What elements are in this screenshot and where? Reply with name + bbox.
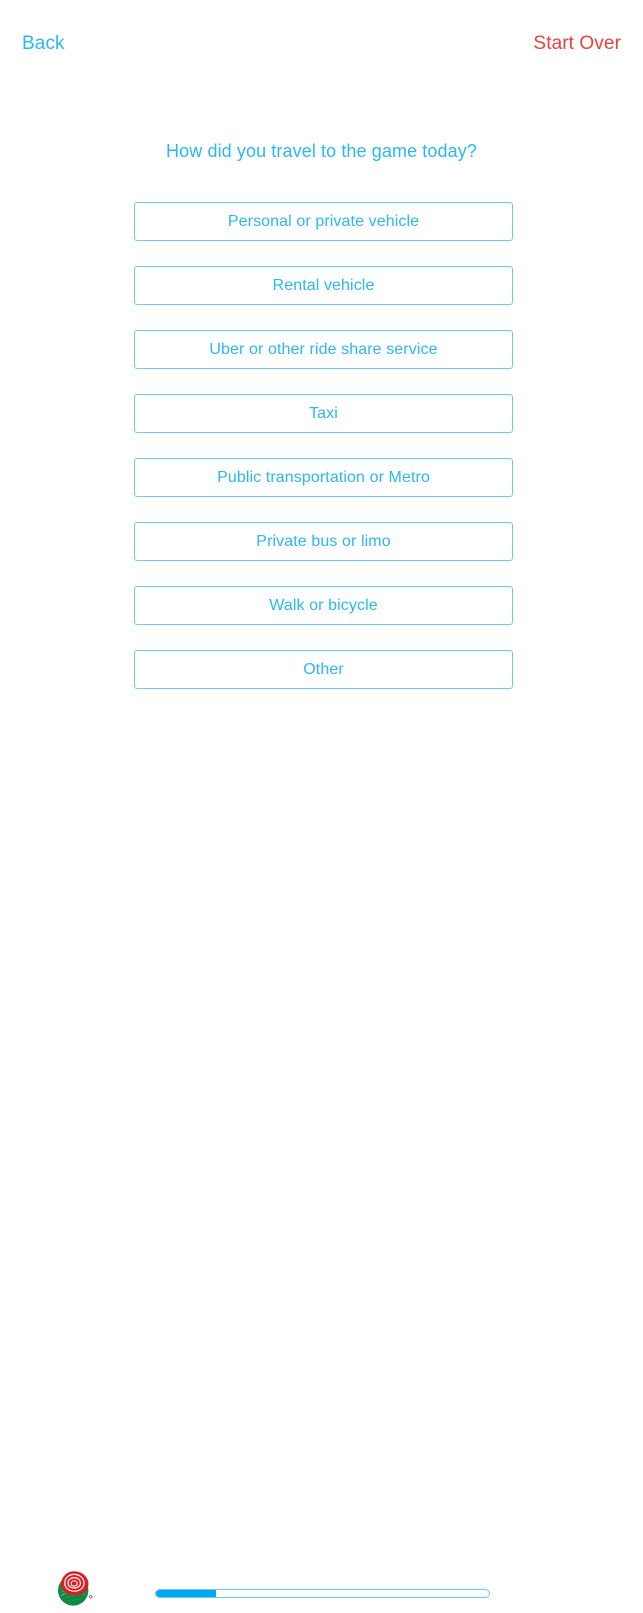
option-rental-vehicle[interactable]: Rental vehicle: [134, 266, 513, 305]
option-walk-or-bicycle[interactable]: Walk or bicycle: [134, 586, 513, 625]
top-navigation-bar: Back Start Over: [0, 0, 643, 72]
option-uber-or-ride-share[interactable]: Uber or other ride share service: [134, 330, 513, 369]
option-other[interactable]: Other: [134, 650, 513, 689]
option-taxi[interactable]: Taxi: [134, 394, 513, 433]
rose-bowl-logo-icon: [53, 1568, 95, 1608]
footer-bar: [0, 781, 643, 1606]
answer-options-list: Personal or private vehicle Rental vehic…: [134, 202, 513, 689]
survey-question: How did you travel to the game today?: [166, 141, 477, 161]
back-button[interactable]: Back: [20, 16, 67, 57]
start-over-button[interactable]: Start Over: [531, 16, 623, 57]
survey-progress-fill: [156, 1590, 216, 1597]
option-personal-or-private-vehicle[interactable]: Personal or private vehicle: [134, 202, 513, 241]
survey-progress-bar: [155, 1589, 490, 1598]
option-private-bus-or-limo[interactable]: Private bus or limo: [134, 522, 513, 561]
option-public-transportation-or-metro[interactable]: Public transportation or Metro: [134, 458, 513, 497]
